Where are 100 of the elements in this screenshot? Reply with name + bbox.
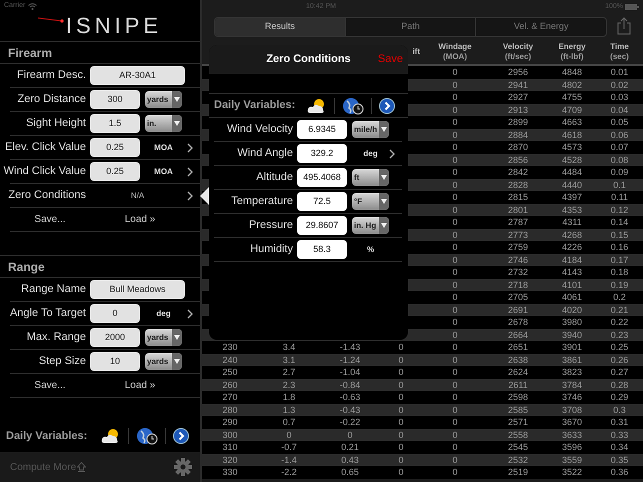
table-cell: 2856 — [508, 154, 528, 166]
column-unit: (ft-lbf) — [560, 52, 584, 62]
table-cell: 3596 — [562, 441, 582, 454]
table-cell: 2773 — [508, 228, 528, 241]
input-field[interactable]: 0 — [90, 304, 140, 323]
table-cell: 4484 — [562, 166, 582, 178]
input-field[interactable]: AR-30A1 — [90, 66, 185, 85]
table-cell: 2624 — [508, 366, 528, 378]
field-label: Wind Click Value — [2, 164, 86, 180]
segment-tab[interactable]: Path — [344, 18, 476, 36]
field-label: Elev. Click Value — [4, 140, 86, 156]
table-cell: 300 — [222, 428, 238, 441]
unit-dropdown[interactable]: in. Hg — [352, 217, 389, 234]
unit-dropdown[interactable]: yards — [145, 91, 182, 108]
input-field[interactable]: 58.3 — [297, 240, 347, 259]
field-label: Sight Height — [25, 116, 86, 132]
chevron-icon[interactable] — [187, 308, 193, 318]
globe-clock-icon[interactable] — [136, 427, 158, 445]
table-cell: 2678 — [508, 316, 528, 328]
chevron-icon[interactable] — [389, 148, 395, 158]
table-cell: 0 — [452, 254, 458, 266]
unit-label: deg — [156, 308, 171, 320]
save-link[interactable]: Save... — [10, 378, 90, 393]
table-cell: 0.09 — [610, 166, 628, 178]
table-cell: 2941 — [508, 78, 528, 91]
table-cell: 280 — [222, 404, 238, 416]
table-cell: 2.3 — [282, 378, 296, 391]
field-label: Humidity — [249, 242, 293, 258]
table-cell: 0 — [398, 454, 404, 466]
share-icon[interactable] — [617, 17, 631, 35]
input-field[interactable]: 300 — [90, 90, 140, 109]
table-cell: 4528 — [562, 154, 582, 166]
input-field[interactable]: 6.9345 — [297, 120, 347, 139]
input-field[interactable]: 29.8607 — [297, 216, 347, 235]
table-cell: 0 — [452, 178, 458, 191]
table-cell: 0.11 — [611, 191, 628, 204]
table-cell: 0.02 — [610, 78, 628, 91]
table-cell: 0 — [452, 104, 458, 116]
table-cell: 2532 — [508, 454, 528, 466]
unit-dropdown[interactable]: mile/h — [352, 121, 389, 138]
field-label: Firearm Desc. — [16, 68, 86, 84]
table-cell: 4311 — [562, 216, 582, 228]
table-cell: 2899 — [508, 116, 528, 128]
settings-icon[interactable] — [174, 458, 192, 476]
caret-icon — [174, 335, 180, 340]
laser-beam-icon — [38, 17, 64, 23]
input-field[interactable]: Bull Meadows — [90, 280, 185, 299]
input-field[interactable]: 0.25 — [90, 162, 140, 181]
table-cell: 4061 — [562, 291, 582, 304]
unit-dropdown[interactable]: in. — [145, 115, 182, 132]
table-cell: 4618 — [562, 128, 582, 141]
battery-icon — [625, 4, 639, 10]
column-header: Velocity — [502, 42, 534, 52]
table-cell: 3861 — [562, 354, 582, 366]
popover-pointer — [200, 187, 209, 205]
chevron-icon[interactable] — [187, 166, 193, 176]
table-cell: 4663 — [562, 116, 582, 128]
app-logo: ISNIPE — [66, 15, 162, 37]
input-field[interactable]: 1.5 — [90, 114, 140, 133]
table-cell: 2638 — [508, 354, 528, 366]
chevron-icon[interactable] — [187, 190, 193, 200]
load-link[interactable]: Load » — [90, 212, 190, 227]
unit-dropdown[interactable]: °F — [352, 193, 389, 210]
table-cell: 0 — [452, 441, 458, 454]
table-cell: 4143 — [562, 266, 582, 278]
table-cell: 3.4 — [282, 341, 296, 354]
input-field[interactable]: 72.5 — [297, 192, 347, 211]
table-cell: 4440 — [562, 178, 582, 191]
table-cell: 0.08 — [610, 154, 628, 166]
unit-dropdown[interactable]: yards — [145, 353, 182, 370]
input-field[interactable]: 0.25 — [90, 138, 140, 157]
table-cell: 0.14 — [610, 216, 628, 228]
table-cell: 4848 — [562, 66, 582, 78]
table-cell: 4353 — [562, 204, 582, 216]
input-field[interactable]: 495.4068 — [297, 168, 347, 187]
table-cell: 0 — [452, 141, 458, 154]
table-cell: 0.65 — [341, 466, 359, 478]
table-cell: 0.33 — [610, 428, 628, 441]
unit-dropdown[interactable]: yards — [145, 329, 182, 346]
chevron-icon[interactable] — [187, 142, 193, 152]
table-cell: 2718 — [508, 278, 528, 291]
load-link[interactable]: Load » — [90, 378, 190, 393]
field-label: Temperature — [230, 194, 293, 210]
table-cell: 0 — [452, 116, 458, 128]
table-cell: 2801 — [508, 204, 528, 216]
table-cell: 3559 — [562, 454, 582, 466]
save-link[interactable]: Save... — [10, 212, 90, 227]
column-unit: (ft/sec) — [504, 52, 532, 62]
table-cell: 0.22 — [610, 316, 628, 328]
unit-dropdown[interactable]: ft — [352, 169, 389, 186]
input-field[interactable]: 329.2 — [297, 144, 347, 163]
globe-clock-icon[interactable] — [342, 96, 364, 114]
input-field[interactable]: 2000 — [90, 328, 140, 347]
column-header: Windage — [438, 42, 472, 52]
field-label: Zero Conditions — [7, 188, 86, 204]
input-field[interactable]: 10 — [90, 352, 140, 371]
table-cell: 0.7 — [282, 416, 296, 428]
segment-tab[interactable]: Vel. & Energy — [475, 18, 606, 36]
table-cell: 1.3 — [282, 404, 296, 416]
segment-tab[interactable]: Results — [215, 18, 345, 36]
